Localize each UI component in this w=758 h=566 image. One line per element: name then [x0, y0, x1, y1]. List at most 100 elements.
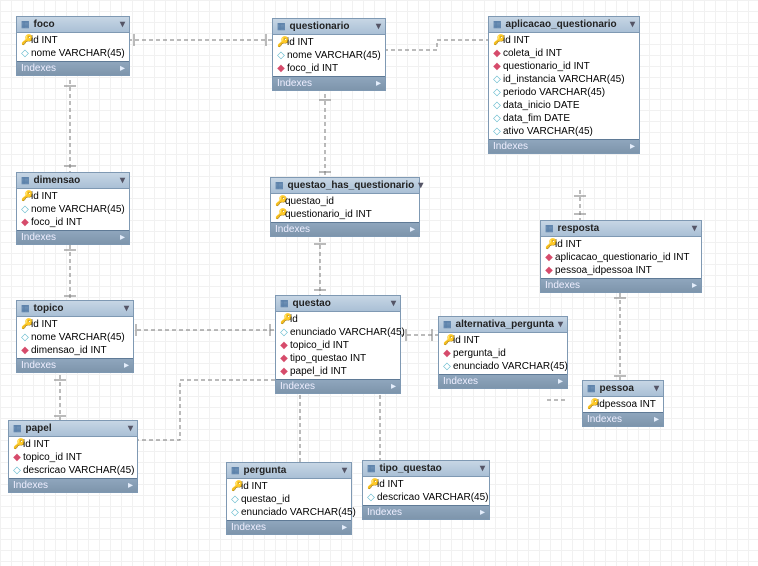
indexes-section[interactable]: Indexes▸ — [17, 230, 129, 244]
column-def: foco_id INT — [31, 217, 82, 228]
column-row: ◇id_instancia VARCHAR(45) — [489, 73, 639, 86]
column-icon: ◇ — [443, 361, 451, 372]
indexes-label: Indexes — [280, 381, 315, 392]
table-icon: ▦ — [443, 319, 452, 330]
entity-pessoa[interactable]: ▦pessoa▾🔑idpessoa INTIndexes▸ — [582, 380, 664, 427]
entity-columns: 🔑id INT◇nome VARCHAR(45)◆dimensao_id INT — [17, 317, 133, 358]
entity-papel[interactable]: ▦papel▾🔑id INT◆topico_id INT◇descricao V… — [8, 420, 138, 493]
column-row: 🔑id INT — [273, 36, 385, 49]
indexes-section[interactable]: Indexes▸ — [273, 76, 385, 90]
entity-questao[interactable]: ▦questao▾🔑id◇enunciado VARCHAR(45)◆topic… — [275, 295, 401, 394]
entity-foco[interactable]: ▦foco▾🔑id INT◇nome VARCHAR(45)Indexes▸ — [16, 16, 130, 76]
fk-icon: ◆ — [21, 217, 29, 228]
column-icon: ◇ — [493, 74, 501, 85]
column-row: 🔑id INT — [9, 438, 137, 451]
table-icon: ▦ — [587, 383, 596, 394]
entity-questao_has_questionario[interactable]: ▦questao_has_questionario▾🔑questao_id🔑qu… — [270, 177, 420, 237]
entity-header[interactable]: ▦topico▾ — [17, 301, 133, 317]
column-icon: ◇ — [493, 100, 501, 111]
indexes-section[interactable]: Indexes▸ — [583, 412, 663, 426]
entity-header[interactable]: ▦tipo_questao▾ — [363, 461, 489, 477]
chevron-right-icon: ▸ — [692, 280, 697, 291]
entity-header[interactable]: ▦pessoa▾ — [583, 381, 663, 397]
column-icon: ◇ — [231, 494, 239, 505]
column-def: id INT — [287, 37, 314, 48]
column-row: ◇descricao VARCHAR(45) — [363, 491, 489, 504]
column-row: ◇enunciado VARCHAR(45) — [227, 506, 351, 519]
column-def: ativo VARCHAR(45) — [503, 126, 593, 137]
chevron-down-icon: ▾ — [120, 175, 125, 186]
column-row: ◆coleta_id INT — [489, 47, 639, 60]
indexes-section[interactable]: Indexes▸ — [489, 139, 639, 153]
entity-resposta[interactable]: ▦resposta▾🔑id INT◆aplicacao_questionario… — [540, 220, 702, 293]
column-def: dimensao_id INT — [31, 345, 107, 356]
fk-icon: ◆ — [545, 252, 553, 263]
entity-topico[interactable]: ▦topico▾🔑id INT◇nome VARCHAR(45)◆dimensa… — [16, 300, 134, 373]
column-icon: ◇ — [21, 204, 29, 215]
indexes-section[interactable]: Indexes▸ — [439, 374, 567, 388]
column-def: nome VARCHAR(45) — [287, 50, 381, 61]
entity-header[interactable]: ▦dimensao▾ — [17, 173, 129, 189]
column-row: 🔑id INT — [227, 480, 351, 493]
column-row: ◇nome VARCHAR(45) — [17, 47, 129, 60]
entity-columns: 🔑id INT◇nome VARCHAR(45) — [17, 33, 129, 61]
entity-header[interactable]: ▦papel▾ — [9, 421, 137, 437]
indexes-section[interactable]: Indexes▸ — [363, 505, 489, 519]
column-def: enunciado VARCHAR(45) — [453, 361, 568, 372]
column-def: tipo_questao INT — [290, 353, 366, 364]
column-row: 🔑id — [276, 313, 400, 326]
indexes-section[interactable]: Indexes▸ — [17, 61, 129, 75]
column-icon: ◇ — [231, 507, 239, 518]
entity-header[interactable]: ▦pergunta▾ — [227, 463, 351, 479]
indexes-section[interactable]: Indexes▸ — [276, 379, 400, 393]
pk-icon: 🔑 — [493, 35, 501, 46]
column-row: 🔑idpessoa INT — [583, 398, 663, 411]
column-def: papel_id INT — [290, 366, 347, 377]
column-def: foco_id INT — [287, 63, 338, 74]
table-icon: ▦ — [21, 19, 30, 30]
entity-header[interactable]: ▦questionario▾ — [273, 19, 385, 35]
indexes-section[interactable]: Indexes ▸ — [271, 222, 419, 236]
indexes-section[interactable]: Indexes▸ — [227, 520, 351, 534]
chevron-right-icon: ▸ — [410, 224, 415, 235]
indexes-label: Indexes — [231, 522, 266, 533]
entity-columns: 🔑id INT◇nome VARCHAR(45)◆foco_id INT — [17, 189, 129, 230]
entity-aplicacao_questionario[interactable]: ▦aplicacao_questionario▾🔑id INT◆coleta_i… — [488, 16, 640, 154]
column-row: ◆topico_id INT — [276, 339, 400, 352]
entity-dimensao[interactable]: ▦dimensao▾🔑id INT◇nome VARCHAR(45)◆foco_… — [16, 172, 130, 245]
indexes-label: Indexes — [367, 507, 402, 518]
entity-columns: 🔑id INT◆topico_id INT◇descricao VARCHAR(… — [9, 437, 137, 478]
indexes-section[interactable]: Indexes▸ — [9, 478, 137, 492]
chevron-right-icon: ▸ — [654, 414, 659, 425]
entity-title: dimensao — [34, 175, 81, 186]
entity-header[interactable]: ▦aplicacao_questionario▾ — [489, 17, 639, 33]
entity-title: pessoa — [600, 383, 634, 394]
pk-icon: 🔑 — [587, 399, 595, 410]
entity-header[interactable]: ▦alternativa_pergunta▾ — [439, 317, 567, 333]
column-row: 🔑id INT — [17, 318, 133, 331]
chevron-down-icon: ▾ — [391, 298, 396, 309]
entity-columns: 🔑idpessoa INT — [583, 397, 663, 412]
column-row: 🔑questao_id — [271, 195, 419, 208]
entity-title: tipo_questao — [380, 463, 442, 474]
column-def: data_fim DATE — [503, 113, 570, 124]
column-row: ◆questionario_id INT — [489, 60, 639, 73]
entity-header[interactable]: ▦questao_has_questionario▾ — [271, 178, 419, 194]
entity-tipo_questao[interactable]: ▦tipo_questao▾🔑id INT◇descricao VARCHAR(… — [362, 460, 490, 520]
fk-icon: ◆ — [280, 340, 288, 351]
column-def: id INT — [31, 319, 58, 330]
entity-questionario[interactable]: ▦questionario▾🔑id INT◇nome VARCHAR(45)◆f… — [272, 18, 386, 91]
chevron-down-icon: ▾ — [558, 319, 563, 330]
column-icon: ◇ — [280, 327, 288, 338]
entity-header[interactable]: ▦resposta▾ — [541, 221, 701, 237]
entity-alternativa_pergunta[interactable]: ▦alternativa_pergunta▾🔑id INT◆pergunta_i… — [438, 316, 568, 389]
entity-pergunta[interactable]: ▦pergunta▾🔑id INT◇questao_id◇enunciado V… — [226, 462, 352, 535]
entity-header[interactable]: ▦foco▾ — [17, 17, 129, 33]
entity-title: foco — [34, 19, 55, 30]
entity-header[interactable]: ▦questao▾ — [276, 296, 400, 312]
indexes-section[interactable]: Indexes▸ — [541, 278, 701, 292]
column-def: descricao VARCHAR(45) — [23, 465, 135, 476]
indexes-section[interactable]: Indexes▸ — [17, 358, 133, 372]
pk-icon: 🔑 — [277, 37, 285, 48]
indexes-label: Indexes — [275, 224, 310, 235]
